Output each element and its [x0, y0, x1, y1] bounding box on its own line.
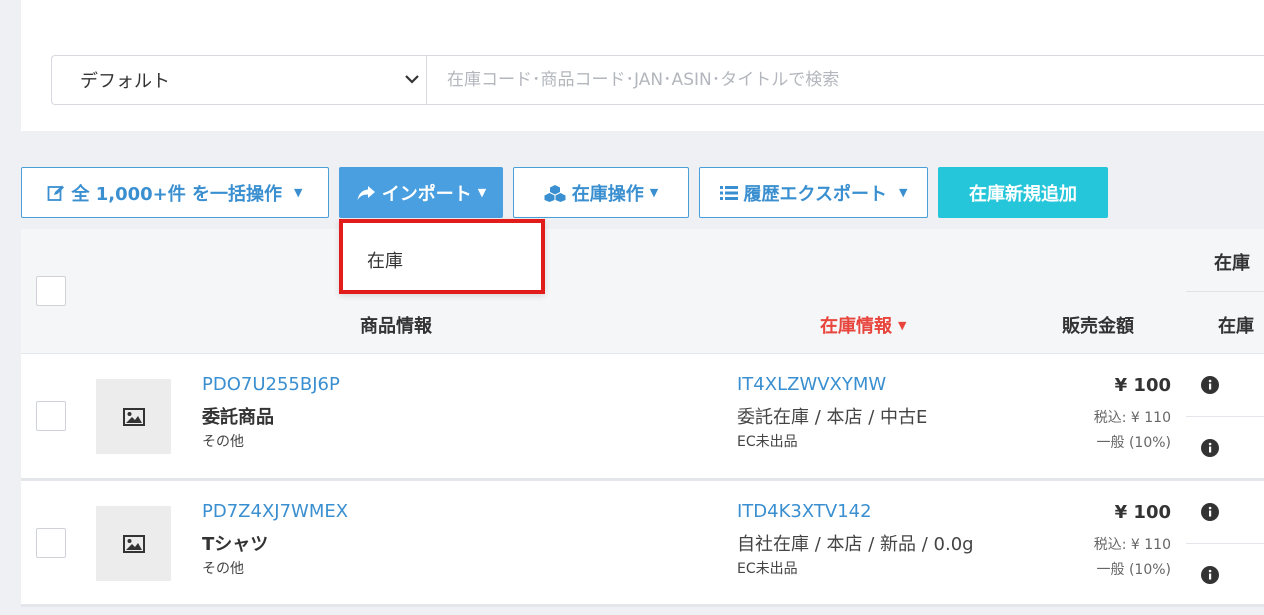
ec-status: EC未出品 — [737, 434, 798, 450]
add-stock-label: 在庫新規追加 — [969, 183, 1077, 205]
add-stock-button[interactable]: 在庫新規追加 — [938, 167, 1108, 218]
product-code-link[interactable]: PDO7U255BJ6P — [202, 374, 340, 395]
caret-down-icon: ▼ — [899, 186, 908, 199]
tax-type: 一般 (10%) — [1096, 435, 1172, 451]
info-icon[interactable] — [1201, 439, 1219, 457]
product-category: その他 — [202, 561, 244, 577]
list-icon — [719, 185, 738, 200]
column-header-stock-group: 在庫 — [1214, 253, 1250, 274]
filter-select-value: デフォルト — [80, 71, 170, 92]
price-tax-included: 税込: ¥ 110 — [1093, 410, 1171, 426]
price-tax-included: 税込: ¥ 110 — [1093, 537, 1171, 553]
caret-down-icon: ▼ — [477, 186, 487, 199]
stock-operation-button[interactable]: 在庫操作 ▼ — [513, 167, 689, 218]
bulk-action-button[interactable]: 全 1,000+件 を一括操作 ▼ — [21, 167, 329, 218]
product-code-link[interactable]: PD7Z4XJ7WMEX — [202, 501, 348, 522]
product-thumbnail[interactable] — [96, 506, 171, 581]
stock-code-link[interactable]: ITD4K3XTV142 — [737, 501, 872, 522]
product-name: 委託商品 — [202, 407, 274, 428]
select-all-checkbox[interactable] — [36, 276, 66, 306]
image-icon — [122, 407, 145, 426]
stock-operation-label: 在庫操作 — [571, 183, 644, 205]
image-icon — [122, 534, 145, 553]
caret-down-icon: ▼ — [649, 186, 659, 199]
history-export-label: 履歴エクスポート — [743, 183, 887, 205]
product-name: Tシャツ — [202, 534, 269, 555]
product-thumbnail[interactable] — [96, 379, 171, 454]
import-dropdown-menu: 在庫 — [339, 219, 545, 294]
search-input[interactable] — [426, 55, 1264, 105]
row-checkbox[interactable] — [36, 401, 66, 431]
price: ¥ 100 — [1114, 375, 1171, 396]
filter-select[interactable]: デフォルト — [51, 55, 427, 105]
info-icon[interactable] — [1201, 566, 1219, 584]
history-export-button[interactable]: 履歴エクスポート ▼ — [699, 167, 928, 218]
sort-desc-icon: ▼ — [898, 318, 907, 332]
price: ¥ 100 — [1114, 502, 1171, 523]
stock-description: 委託在庫 / 本店 / 中古E — [737, 407, 928, 428]
info-icon[interactable] — [1201, 503, 1219, 521]
info-icon[interactable] — [1201, 376, 1219, 394]
cell-divider — [1186, 543, 1264, 544]
cubes-icon — [544, 184, 566, 202]
ec-status: EC未出品 — [737, 561, 798, 577]
row-checkbox[interactable] — [36, 528, 66, 558]
column-header-product[interactable]: 商品情報 — [360, 312, 432, 338]
product-category: その他 — [202, 434, 244, 450]
cell-divider — [1186, 416, 1264, 417]
column-header-stock-sub[interactable]: 在庫 — [1218, 312, 1254, 338]
stock-code-link[interactable]: IT4XLZWVXYMW — [737, 374, 886, 395]
column-header-stock-label: 在庫情報 — [820, 316, 892, 337]
tax-type: 一般 (10%) — [1096, 562, 1172, 578]
column-header-stock[interactable]: 在庫情報 ▼ — [820, 312, 906, 338]
import-menu-item-stock[interactable]: 在庫 — [367, 247, 403, 273]
chevron-down-icon — [405, 75, 419, 84]
share-arrow-icon — [357, 185, 375, 200]
header-divider — [1186, 291, 1264, 292]
stock-description: 自社在庫 / 本店 / 新品 / 0.0g — [737, 534, 974, 555]
edit-icon — [48, 185, 65, 201]
bulk-action-label: 全 1,000+件 を一括操作 — [71, 183, 283, 205]
import-label: インポート — [381, 183, 472, 205]
column-header-price[interactable]: 販売金額 — [1062, 312, 1134, 338]
import-button[interactable]: インポート ▼ — [339, 167, 503, 218]
caret-down-icon: ▼ — [294, 186, 303, 199]
